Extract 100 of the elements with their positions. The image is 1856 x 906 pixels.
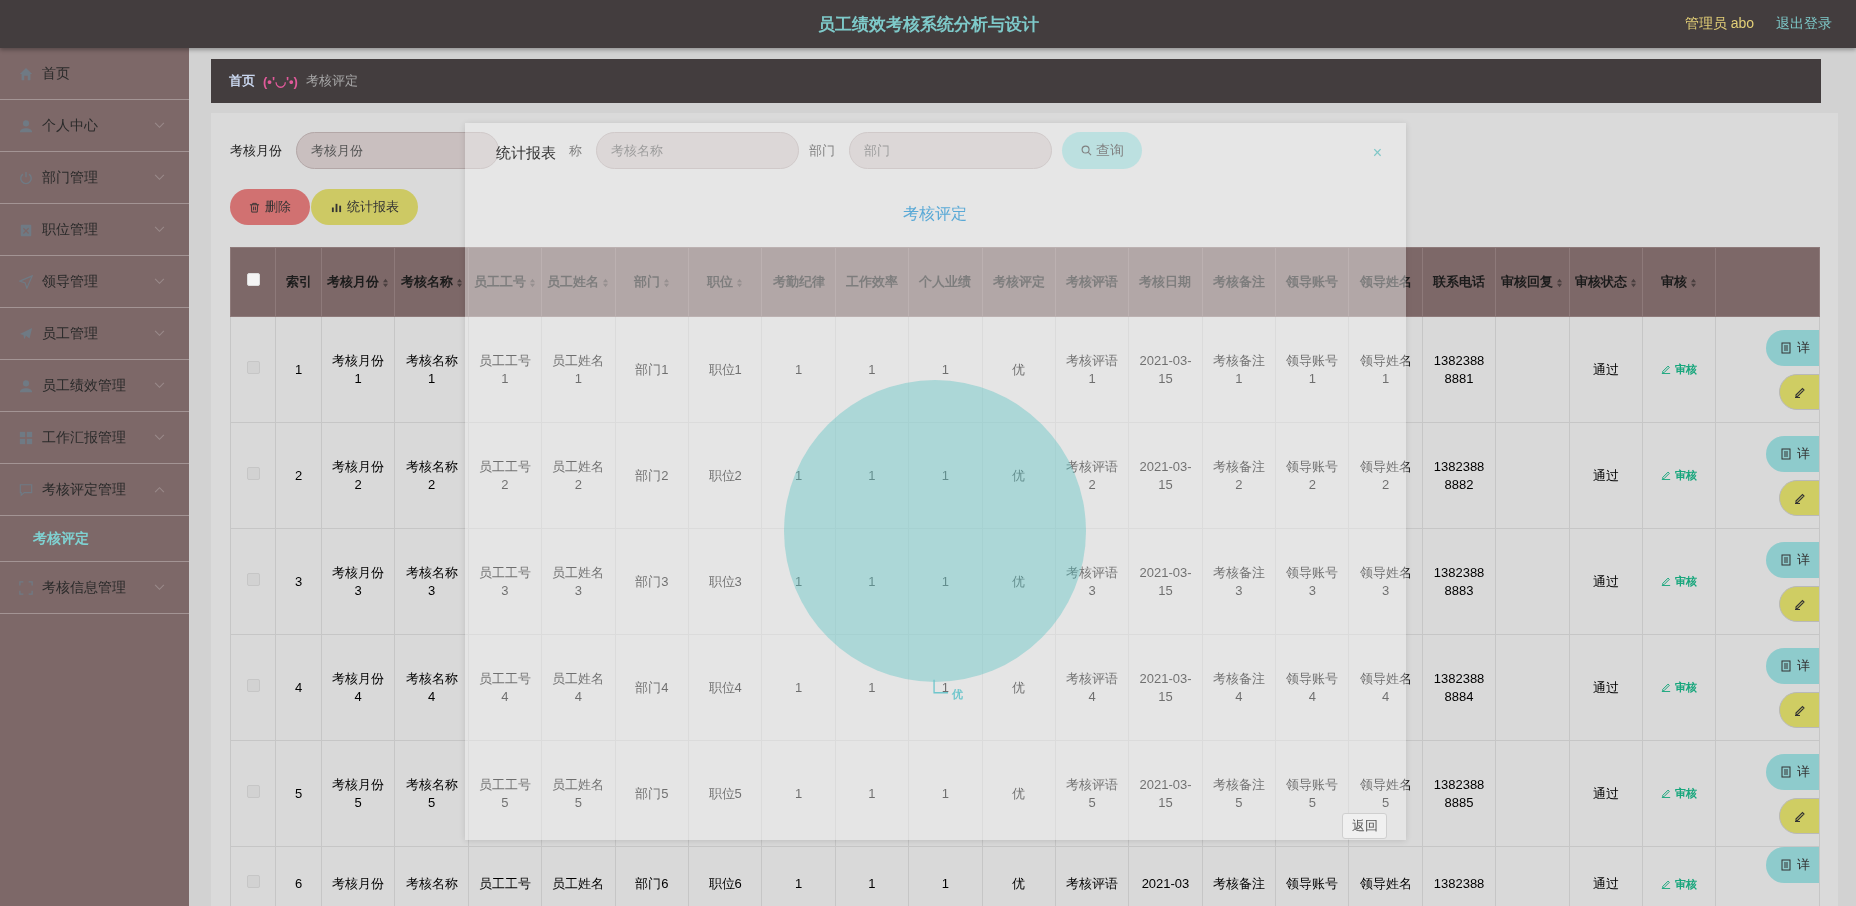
- audit-link[interactable]: 审核: [1661, 572, 1698, 590]
- table-cell-text: 领导账号1: [1285, 351, 1340, 388]
- field-label: 部门: [809, 141, 835, 160]
- navigation-icon: [19, 274, 33, 289]
- sidebar-item[interactable]: 个人中心: [0, 100, 189, 152]
- sort-icon: [382, 277, 390, 288]
- table-cell-text: 考核评语3: [1065, 563, 1120, 600]
- table-cell-text: 领导账号2: [1285, 457, 1340, 494]
- table-cell-text: 考核月份5: [331, 775, 386, 812]
- table-cell-text: 2021-03-15: [1138, 351, 1193, 388]
- table-cell: 优: [1012, 784, 1026, 803]
- column-header[interactable]: 考核名称: [394, 247, 469, 317]
- table-cell-text: 领导账号4: [1285, 669, 1340, 706]
- table-cell-text: 13823888883: [1432, 563, 1486, 600]
- table-cell: 1382388: [1433, 875, 1485, 893]
- document-icon: [1780, 859, 1793, 871]
- column-header[interactable]: 审核: [1642, 247, 1716, 317]
- table-cell-text: 领导姓名2: [1358, 457, 1413, 494]
- pencil-icon: [1794, 491, 1807, 504]
- audit-link[interactable]: 审核: [1661, 784, 1698, 802]
- search-button[interactable]: 查询: [1062, 132, 1142, 169]
- detail-button[interactable]: 详: [1766, 435, 1819, 472]
- pencil-icon: [1661, 682, 1672, 692]
- table-cell-text: 2021-03-15: [1138, 775, 1193, 812]
- sidebar-item[interactable]: 员工绩效管理: [0, 360, 189, 412]
- delete-button[interactable]: 删除: [230, 189, 310, 225]
- table-cell: 1: [868, 784, 876, 803]
- table-cell-text: 领导姓名3: [1358, 563, 1413, 600]
- table-cell-text: 领导姓名4: [1358, 669, 1413, 706]
- logout-link[interactable]: 退出登录: [1776, 15, 1832, 33]
- detail-button[interactable]: 详: [1766, 647, 1819, 684]
- sidebar-item[interactable]: 首页: [0, 48, 189, 100]
- table-cell: 部门6: [635, 875, 669, 893]
- column-header[interactable]: 审核状态: [1569, 247, 1643, 317]
- column-header[interactable]: 联系电话: [1422, 247, 1496, 317]
- table-cell: 职位4: [708, 678, 742, 697]
- table-cell-text: 考核评语5: [1065, 775, 1120, 812]
- table-cell: 职位2: [708, 466, 742, 485]
- user-name: 管理员 abo: [1684, 15, 1754, 33]
- sort-icon: [662, 277, 670, 288]
- paper-plane-icon: [19, 326, 33, 341]
- table-cell: 领导姓名: [1359, 875, 1412, 893]
- submenu-item[interactable]: 考核评定: [33, 529, 89, 548]
- table-cell: 1: [868, 360, 876, 379]
- sidebar-item[interactable]: 工作汇报管理: [0, 412, 189, 464]
- table-cell: 职位6: [708, 875, 742, 893]
- table-cell: 1: [868, 875, 876, 893]
- table-cell: 部门2: [635, 466, 669, 485]
- table-cell: 部门5: [635, 784, 669, 803]
- table-cell-text: 考核名称5: [404, 775, 459, 812]
- detail-button[interactable]: 详: [1766, 753, 1819, 790]
- sidebar-item[interactable]: 职位管理: [0, 204, 189, 256]
- table-cell: 优: [1012, 678, 1026, 697]
- table-cell-text: 领导账号5: [1285, 775, 1340, 812]
- table-cell: 优: [1012, 466, 1026, 485]
- table-cell-text: 考核月份4: [331, 669, 386, 706]
- back-button[interactable]: 返回: [1342, 813, 1387, 839]
- audit-link[interactable]: 审核: [1661, 360, 1698, 378]
- column-header[interactable]: 考核月份: [321, 247, 395, 317]
- table-cell-text: 员工工号3: [477, 563, 532, 600]
- table-cell: 部门4: [635, 678, 669, 697]
- audit-link[interactable]: 审核: [1661, 466, 1698, 484]
- audit-link[interactable]: 审核: [1661, 678, 1698, 696]
- person-icon: [19, 378, 33, 393]
- column-header[interactable]: 审核回复: [1495, 247, 1570, 317]
- sidebar-item[interactable]: 考核评定管理: [0, 464, 189, 516]
- report-button[interactable]: 统计报表: [311, 189, 418, 225]
- table-cell: 通过: [1592, 572, 1619, 591]
- detail-button[interactable]: 详: [1766, 329, 1819, 366]
- pencil-icon: [1794, 809, 1807, 822]
- table-cell-text: 13823888885: [1432, 775, 1486, 812]
- sort-icon: [602, 277, 610, 288]
- table-cell: 优: [1012, 572, 1026, 591]
- table-cell-text: 考核名称3: [404, 563, 459, 600]
- table-cell: 通过: [1592, 784, 1619, 803]
- table-cell-text: 考核备注5: [1211, 775, 1266, 812]
- sidebar-item[interactable]: 领导管理: [0, 256, 189, 308]
- sidebar-item[interactable]: 部门管理: [0, 152, 189, 204]
- search-icon: [1080, 145, 1092, 156]
- breadcrumb-home[interactable]: 首页: [229, 72, 255, 90]
- detail-button[interactable]: 详: [1766, 541, 1819, 578]
- column-header[interactable]: 索引: [275, 247, 322, 317]
- sidebar-item[interactable]: 员工管理: [0, 308, 189, 360]
- sidebar-item[interactable]: 考核信息管理: [0, 562, 189, 614]
- table-cell: 考核评语: [1066, 875, 1119, 893]
- document-icon: [1780, 659, 1793, 672]
- pencil-icon: [1661, 470, 1672, 480]
- sort-icon: [528, 277, 536, 288]
- detail-button[interactable]: 详: [1766, 847, 1819, 883]
- sort-icon: [1629, 277, 1637, 288]
- table-cell-text: 考核月份3: [331, 563, 386, 600]
- table-cell: 部门3: [635, 572, 669, 591]
- table-cell: 部门1: [635, 360, 669, 379]
- audit-link[interactable]: 审核: [1661, 875, 1698, 893]
- close-button[interactable]: ×: [1368, 144, 1386, 162]
- search-field[interactable]: 考核名称: [596, 132, 799, 169]
- table-cell-text: 考核名称1: [404, 351, 459, 388]
- select-all-checkbox[interactable]: [246, 273, 260, 286]
- table-cell: 职位5: [708, 784, 742, 803]
- table-cell: 2021-03: [1141, 875, 1190, 893]
